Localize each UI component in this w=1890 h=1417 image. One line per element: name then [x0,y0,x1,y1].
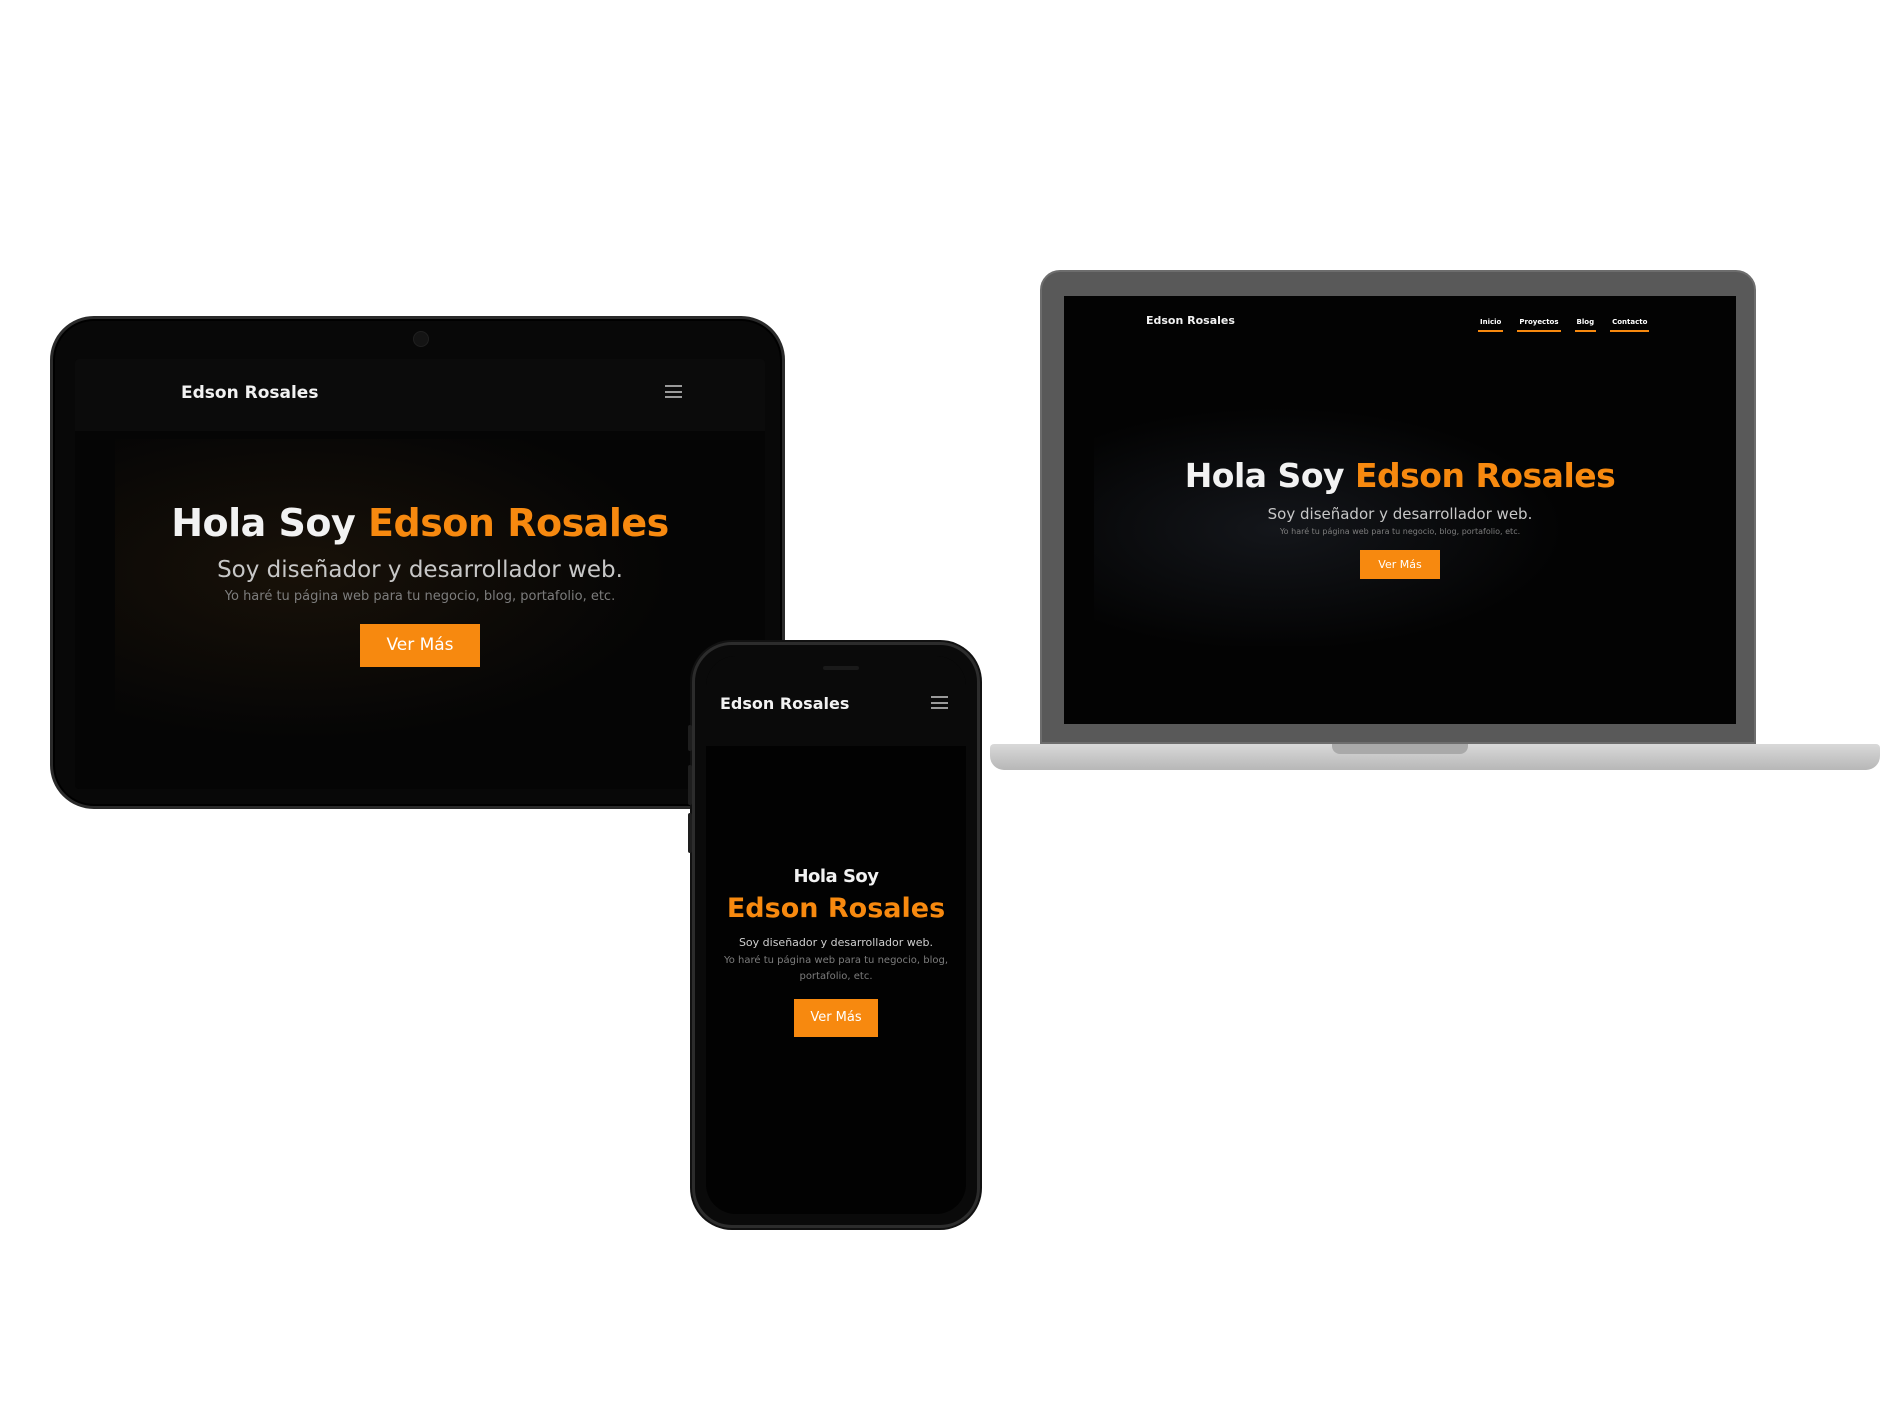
phone-volume-up [688,765,692,805]
phone-screen: Edson Rosales Hola Soy Edson Rosales Soy… [706,656,966,1214]
nav-link-blog[interactable]: Blog [1574,318,1597,332]
laptop-base [990,744,1880,770]
nav-link-inicio[interactable]: Inicio [1478,318,1504,332]
hero-title: Hola Soy Edson Rosales [1064,456,1736,495]
ver-mas-button[interactable]: Ver Más [360,624,480,667]
hero-section: Hola Soy Edson Rosales Soy diseñador y d… [75,501,765,667]
hero-name: Edson Rosales [1355,456,1616,495]
hero-intro: Hola Soy [1184,456,1345,495]
camera-icon [413,331,429,347]
tablet-mockup: Edson Rosales Hola Soy Edson Rosales Soy… [50,316,785,809]
hero-title: Hola Soy Edson Rosales [75,501,765,545]
hamburger-menu-icon[interactable] [665,385,682,398]
nav-links: Inicio Proyectos Blog Contacto [1478,318,1650,332]
hero-tagline: Yo haré tu página web para tu negocio, b… [1279,527,1521,536]
brand-logo[interactable]: Edson Rosales [1146,314,1235,327]
ver-mas-button[interactable]: Ver Más [794,999,878,1037]
phone-volume-down [688,813,692,853]
ver-mas-button[interactable]: Ver Más [1360,550,1440,579]
hero-subtitle: Soy diseñador y desarrollador web. [738,936,934,949]
nav-link-proyectos[interactable]: Proyectos [1517,318,1561,332]
hero-subtitle: Soy diseñador y desarrollador web. [217,557,623,583]
hero-tagline: Yo haré tu página web para tu negocio, b… [723,955,949,982]
hamburger-menu-icon[interactable] [931,696,948,709]
hero-section: Hola Soy Edson Rosales Soy diseñador y d… [1064,456,1736,579]
brand-logo[interactable]: Edson Rosales [720,694,849,713]
hero-name: Edson Rosales [368,501,669,545]
tablet-navbar: Edson Rosales [75,359,765,431]
phone-mute-switch [688,725,692,751]
hero-intro: Hola Soy [171,501,356,545]
hero-name: Edson Rosales [726,893,946,924]
speaker-icon [823,666,859,670]
laptop-screen: Edson Rosales Inicio Proyectos Blog Cont… [1064,296,1736,724]
phone-navbar: Edson Rosales [706,656,966,746]
brand-logo[interactable]: Edson Rosales [181,383,318,403]
tablet-screen: Edson Rosales Hola Soy Edson Rosales Soy… [75,359,765,789]
nav-link-contacto[interactable]: Contacto [1610,318,1650,332]
hero-intro: Hola Soy [793,866,879,887]
laptop-mockup: Edson Rosales Inicio Proyectos Blog Cont… [1040,270,1756,744]
laptop-notch [1332,744,1468,754]
laptop-navbar: Edson Rosales Inicio Proyectos Blog Cont… [1064,296,1736,346]
hero-tagline: Yo haré tu página web para tu negocio, b… [224,589,616,604]
hero-subtitle: Soy diseñador y desarrollador web. [1267,505,1533,523]
phone-mockup: Edson Rosales Hola Soy Edson Rosales Soy… [688,642,980,1228]
hero-section: Hola Soy Edson Rosales Soy diseñador y d… [706,866,966,1037]
